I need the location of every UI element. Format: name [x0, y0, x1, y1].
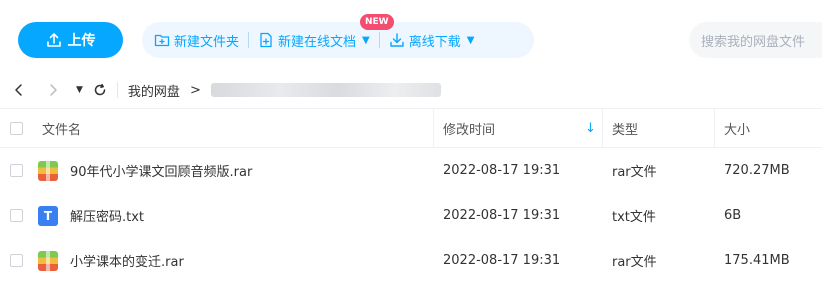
breadcrumb-separator: > [189, 82, 201, 98]
upload-icon [46, 32, 62, 48]
file-type: rar文件 [612, 255, 657, 270]
file-size: 175.41MB [724, 253, 790, 268]
row-checkbox[interactable] [10, 148, 23, 193]
caret-down-icon: ▼ [466, 34, 475, 46]
back-icon[interactable] [12, 83, 26, 97]
nav-divider [116, 82, 118, 98]
row-checkbox[interactable] [10, 193, 23, 238]
offline-download-label: 离线下载 [408, 34, 461, 50]
select-all-checkbox[interactable] [10, 109, 23, 147]
header-size[interactable]: 大小 [724, 109, 750, 147]
new-online-doc-button[interactable]: 新建在线文档 ▼ [258, 31, 370, 50]
caret-down-icon: ▼ [362, 34, 370, 46]
file-type: txt文件 [612, 210, 656, 225]
refresh-icon[interactable] [93, 83, 107, 97]
toolbar: 上传 新建文件夹 新建在线文档 ▼ 离线下载 ▼ NEW 搜索我的网盘文件 [0, 0, 822, 72]
new-folder-button[interactable]: 新建文件夹 [154, 31, 239, 50]
file-name[interactable]: 90年代小学课文回顾音频版.rar [70, 148, 252, 193]
file-modified: 2022-08-17 19:31 [443, 163, 561, 178]
header-modified[interactable]: 修改时间 [443, 109, 495, 147]
file-type: rar文件 [612, 165, 657, 180]
toolbar-divider [248, 32, 250, 48]
file-size: 720.27MB [724, 163, 790, 178]
header-name[interactable]: 文件名 [42, 109, 81, 147]
upload-button[interactable]: 上传 [18, 22, 123, 58]
history-dropdown-icon[interactable]: ▼ [76, 85, 83, 95]
action-group: 新建文件夹 新建在线文档 ▼ 离线下载 ▼ [142, 22, 534, 58]
new-badge: NEW [360, 14, 394, 30]
file-name[interactable]: 小学课本的变迁.rar [70, 238, 184, 283]
offline-download-button[interactable]: 离线下载 ▼ [389, 31, 475, 50]
column-divider [602, 109, 603, 147]
upload-label: 上传 [67, 33, 96, 49]
table-row[interactable]: 90年代小学课文回顾音频版.rar 2022-08-17 19:31 rar文件… [0, 148, 822, 193]
new-folder-icon [154, 32, 170, 48]
rar-file-icon [38, 238, 58, 283]
file-table: 文件名 修改时间 ↓ 类型 大小 90年代小学课文回顾音频版.rar 2022-… [0, 108, 822, 283]
search-placeholder: 搜索我的网盘文件 [701, 34, 806, 50]
forward-icon[interactable] [46, 83, 60, 97]
file-modified: 2022-08-17 19:31 [443, 208, 561, 223]
download-icon [389, 32, 405, 48]
breadcrumb-current-blurred [210, 83, 441, 97]
arrow-down-icon: ↓ [585, 120, 596, 136]
column-divider [714, 109, 715, 147]
table-row[interactable]: T 解压密码.txt 2022-08-17 19:31 txt文件 6B [0, 193, 822, 238]
table-row[interactable]: 小学课本的变迁.rar 2022-08-17 19:31 rar文件 175.4… [0, 238, 822, 283]
file-name[interactable]: 解压密码.txt [70, 193, 144, 238]
new-online-doc-label: 新建在线文档 [278, 34, 357, 50]
new-doc-icon [258, 32, 274, 48]
column-divider [433, 109, 434, 147]
nav-bar: ▼ 我的网盘 > [0, 72, 822, 108]
file-size: 6B [724, 208, 742, 223]
file-modified: 2022-08-17 19:31 [443, 253, 561, 268]
row-checkbox[interactable] [10, 238, 23, 283]
breadcrumb-root[interactable]: 我的网盘 [128, 81, 180, 100]
toolbar-divider [378, 32, 380, 48]
search-input[interactable]: 搜索我的网盘文件 [689, 22, 822, 58]
txt-file-icon: T [38, 193, 58, 238]
header-type[interactable]: 类型 [612, 109, 638, 147]
table-header: 文件名 修改时间 ↓ 类型 大小 [0, 108, 822, 148]
rar-file-icon [38, 148, 58, 193]
new-folder-label: 新建文件夹 [174, 34, 240, 50]
